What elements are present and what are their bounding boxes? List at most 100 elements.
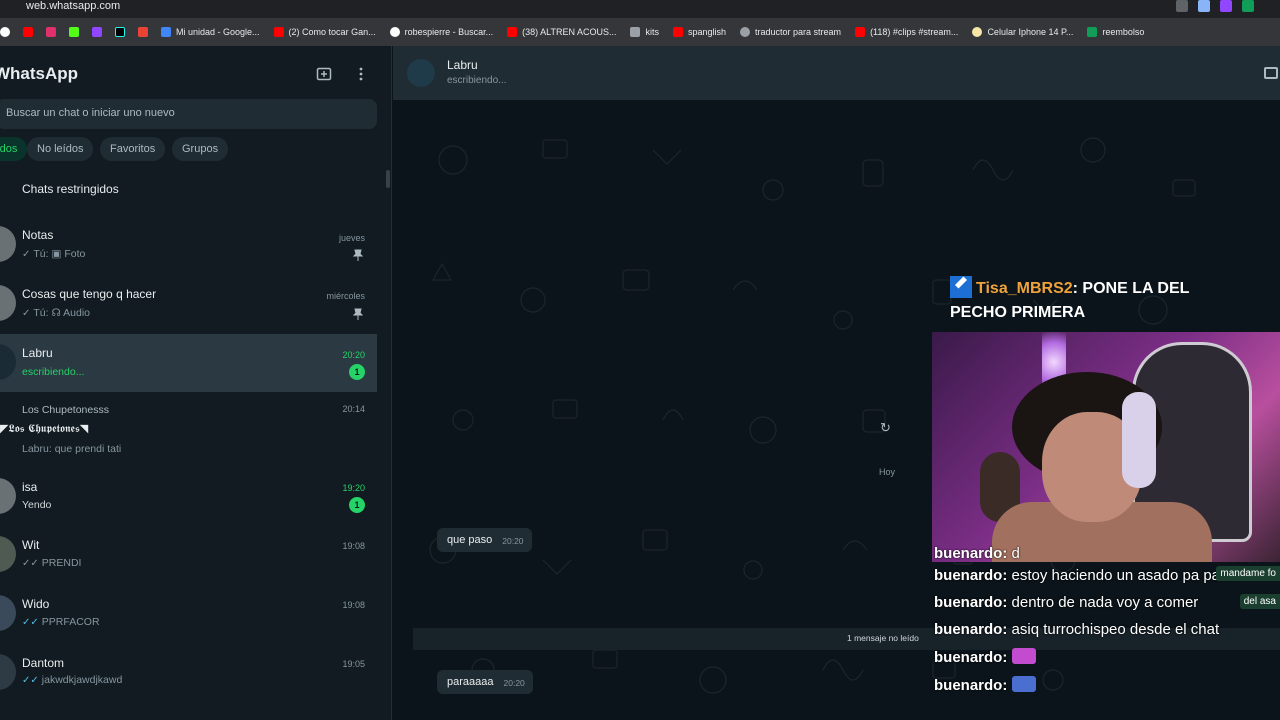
chat-item-dantom[interactable]: Dantom ✓✓ jakwdkjawdjkawd 19:05	[0, 644, 377, 702]
chat-time: miércoles	[326, 291, 365, 301]
twitch-bookmark-icon[interactable]	[92, 27, 102, 37]
video-call-icon[interactable]	[1264, 67, 1278, 79]
chat-item-notas[interactable]: Notas ✓ Tú: ▣ Foto jueves	[0, 216, 377, 274]
filter-no-leidos[interactable]: No leídos	[27, 137, 94, 161]
twitch-extension-icon[interactable]	[1220, 0, 1232, 12]
headset	[1122, 392, 1156, 488]
headphones-icon: ☊	[51, 307, 61, 319]
bookmark-5[interactable]: spanglish	[672, 27, 726, 37]
hammer-icon	[950, 276, 972, 298]
filter-favoritos[interactable]: Favoritos	[100, 137, 166, 161]
chat-name: Labru	[22, 346, 53, 360]
green-extension-icon[interactable]	[1242, 0, 1254, 12]
highlight-username: Tisa_MBRS2	[976, 280, 1073, 297]
stream-chat-line: buenardo: asiq turrochispeo desde el cha…	[934, 621, 1220, 638]
chat-time: jueves	[338, 233, 365, 243]
highlight-text: : PONE LA DEL	[1072, 280, 1190, 297]
contact-status: escribiendo...	[447, 75, 507, 86]
extension-icon[interactable]	[1176, 0, 1188, 12]
avatar	[0, 344, 16, 380]
new-chat-icon[interactable]	[316, 66, 332, 82]
bookmark-8[interactable]: Celular Iphone 14 P...	[972, 27, 1073, 37]
browser-toolbar-icons	[1176, 0, 1254, 12]
youtube-icon	[273, 27, 284, 37]
google-bookmark-icon[interactable]	[0, 27, 10, 37]
bookmark-9[interactable]: reembolso	[1087, 27, 1144, 37]
pin-icon	[353, 249, 363, 261]
browser-url-bar[interactable]: web.whatsapp.com	[0, 0, 1280, 18]
app-title: WhatsApp	[0, 64, 79, 83]
chat-preview: Yendo	[22, 499, 52, 511]
chat-name: Wido	[22, 597, 50, 611]
tiktok-bookmark-icon[interactable]	[115, 27, 125, 37]
message-time: 20:20	[503, 678, 525, 688]
chat-list-scrollbar[interactable]	[386, 170, 390, 188]
youtube-icon	[507, 27, 518, 37]
stream-chat-line: buenardo: dentro de nada voy a comer	[934, 594, 1199, 611]
highlight-text-2: PECHO PRIMERA	[950, 304, 1086, 321]
google-icon	[389, 27, 400, 37]
search-input[interactable]	[6, 107, 346, 119]
webcam-feed	[932, 332, 1280, 562]
incoming-message[interactable]: paraaaaa 20:20	[437, 670, 533, 694]
chat-item-wit[interactable]: Wit ✓✓ PRENDI 19:08	[0, 526, 377, 584]
contact-name[interactable]: Labru	[447, 58, 478, 72]
filter-grupos[interactable]: Grupos	[172, 137, 229, 161]
bookmark-7[interactable]: (118) #clips #stream...	[855, 27, 958, 37]
pin-icon	[353, 308, 363, 320]
kick-bookmark-icon[interactable]	[69, 27, 79, 37]
bookmark-1[interactable]: (2) Como tocar Gan...	[273, 27, 376, 37]
bookmark-3[interactable]: (38) ALTREN ACOUS...	[507, 27, 616, 37]
star-icon[interactable]	[1198, 0, 1210, 12]
youtube-bookmark-icon[interactable]	[23, 27, 33, 37]
drive-icon	[161, 27, 171, 37]
avatar	[0, 478, 16, 514]
chat-preview: ✓ Tú: ▣ Foto	[22, 248, 86, 260]
chat-preview: ✓✓ PRENDI	[22, 557, 82, 569]
bookmark-4[interactable]: kits	[630, 27, 659, 37]
unread-badge: 1	[349, 497, 365, 513]
chat-item-labru[interactable]: Labru escribiendo... 20:20 1	[0, 334, 377, 392]
double-check-icon: ✓✓	[22, 617, 39, 628]
chat-time: 19:08	[342, 600, 365, 610]
chat-preview: ✓✓ PPRFACOR	[22, 616, 100, 628]
highlighted-chat-message: Tisa_MBRS2: PONE LA DEL PECHO PRIMERA	[950, 276, 1240, 322]
chat-item-cosas[interactable]: Cosas que tengo q hacer ✓ Tú: ☊ Audio mié…	[0, 275, 377, 333]
chat-item-wido[interactable]: Wido ✓✓ PPRFACOR 19:08	[0, 585, 377, 643]
instagram-bookmark-icon[interactable]	[46, 27, 56, 37]
emote-icon	[1011, 648, 1036, 664]
chat-item-isa[interactable]: isa Yendo 19:20 1	[0, 468, 377, 526]
folder-icon	[630, 27, 641, 37]
bookmark-0[interactable]: Mi unidad - Google...	[161, 27, 260, 37]
chat-name: isa	[22, 480, 38, 494]
avatar	[0, 536, 16, 572]
gmail-bookmark-icon[interactable]	[138, 27, 148, 37]
chat-time: 19:08	[342, 541, 365, 551]
chat-preview: escribiendo...	[22, 366, 85, 378]
url-text[interactable]: web.whatsapp.com	[26, 0, 120, 12]
conversation-header[interactable]: Labru escribiendo...	[393, 46, 1280, 100]
menu-icon[interactable]	[353, 66, 369, 82]
contact-avatar[interactable]	[407, 59, 435, 87]
stream-side-tag: mandame fo	[1216, 566, 1280, 581]
double-check-icon: ✓✓	[22, 558, 39, 569]
filter-todos[interactable]: Todos	[0, 137, 28, 161]
chat-name: Dantom	[22, 656, 65, 670]
avatar	[0, 654, 16, 690]
incoming-message[interactable]: que paso 20:20	[437, 528, 532, 552]
youtube-icon	[672, 27, 683, 37]
photo-icon: ▣	[51, 248, 62, 260]
bookmark-6[interactable]: traductor para stream	[740, 27, 841, 37]
mercadolibre-icon	[972, 27, 983, 37]
chat-name: Cosas que tengo q hacer	[22, 287, 157, 301]
check-icon: ✓	[22, 308, 31, 319]
avatar	[0, 285, 16, 321]
message-text: paraaaaa	[447, 676, 494, 688]
refresh-icon[interactable]: ↻	[880, 420, 894, 435]
chat-item-los-chupetonesss[interactable]: Los Chupetonesss ◤𝕷𝖔𝖘 𝕮𝖍𝖚𝖕𝖊𝖙𝖔𝖓𝖊𝖘◥ Labru:…	[0, 394, 377, 460]
search-box[interactable]	[0, 99, 377, 129]
bookmark-2[interactable]: robespierre - Buscar...	[389, 27, 493, 37]
restricted-chats-link[interactable]: Chats restringidos	[22, 182, 119, 196]
group-title: ◤𝕷𝖔𝖘 𝕮𝖍𝖚𝖕𝖊𝖙𝖔𝖓𝖊𝖘◥	[0, 422, 89, 435]
chat-preview: ✓ Tú: ☊ Audio	[22, 307, 91, 319]
